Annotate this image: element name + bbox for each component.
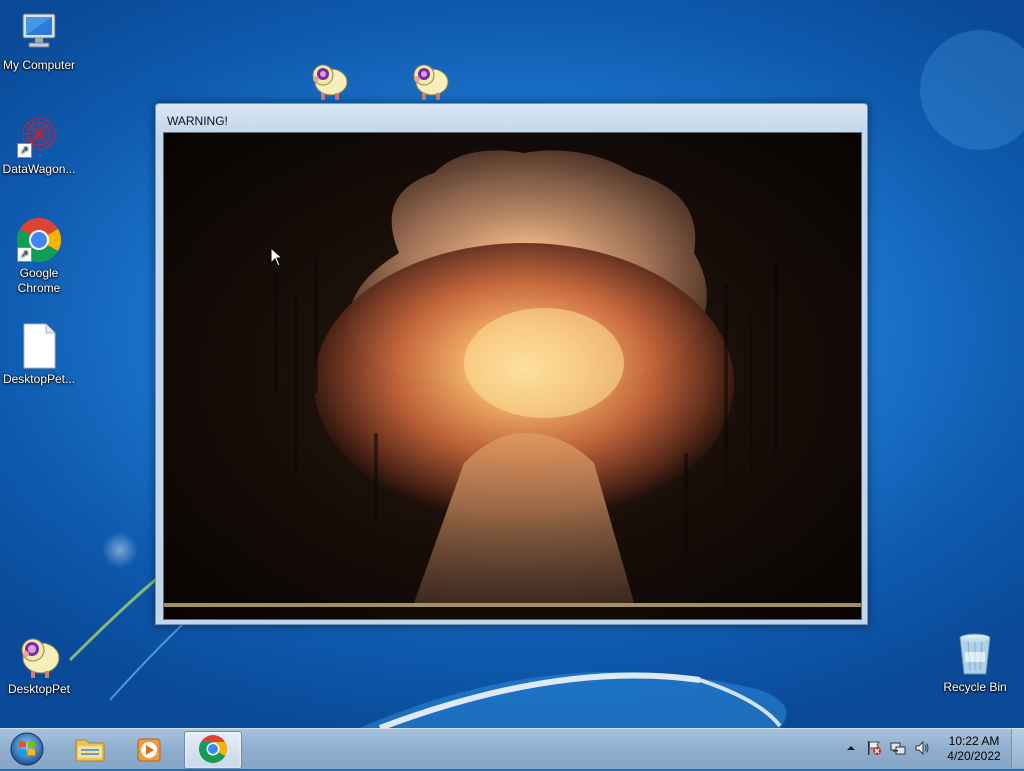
desktop-icon-label: DataWagon...: [2, 162, 76, 176]
folder-icon: [75, 739, 105, 762]
taskbar-chrome-button[interactable]: [184, 731, 242, 769]
shortcut-arrow-icon: ↗: [17, 247, 32, 262]
show-hidden-icons-icon[interactable]: [846, 743, 856, 753]
datawagon-icon: ↗: [15, 112, 63, 160]
action-center-flag-icon[interactable]: [866, 740, 882, 756]
desktop-icon-label: Recycle Bin: [943, 680, 1007, 694]
recycle-bin-icon: [951, 630, 999, 678]
desktop-icon-desktoppet-file[interactable]: DesktopPet...: [0, 322, 78, 387]
desktop-icon-label: Google Chrome: [17, 266, 61, 295]
taskbar-file-explorer-button[interactable]: [62, 731, 118, 767]
windows-logo-icon: [10, 732, 44, 766]
document-icon: [15, 322, 63, 370]
desktop-icon-label: My Computer: [2, 58, 76, 72]
network-icon[interactable]: [890, 740, 906, 756]
system-tray: [840, 729, 936, 769]
show-desktop-button[interactable]: [1011, 729, 1024, 768]
media-player-icon: [137, 738, 161, 762]
shortcut-arrow-icon: ↗: [17, 143, 32, 158]
desktop-icon-google-chrome[interactable]: ↗ Google Chrome: [0, 216, 78, 296]
sheep-icon: [15, 632, 63, 680]
taskbar-media-player-button[interactable]: [122, 731, 178, 767]
warning-window[interactable]: WARNING!: [155, 103, 868, 625]
computer-icon: [15, 8, 63, 56]
desktop-icon-label: DesktopPet: [7, 682, 71, 696]
chrome-icon: ↗: [15, 216, 63, 264]
desktop-icon-datawagon[interactable]: ↗ DataWagon...: [0, 112, 78, 177]
chrome-icon: [199, 735, 227, 763]
desktop-pet-sheep[interactable]: [407, 60, 451, 102]
taskbar-clock[interactable]: 10:22 AM 4/20/2022: [938, 734, 1010, 764]
desktop-pet-sheep[interactable]: [306, 60, 350, 102]
window-title: WARNING!: [167, 114, 228, 128]
start-button[interactable]: [4, 730, 50, 768]
mouse-cursor-icon: [270, 247, 284, 267]
explosion-image: [163, 132, 862, 620]
desktop-icon-recycle-bin[interactable]: Recycle Bin: [936, 630, 1014, 695]
desktop-icon-label: DesktopPet...: [2, 372, 76, 386]
desktop-icon-my-computer[interactable]: My Computer: [0, 8, 78, 73]
taskbar: 10:22 AM 4/20/2022: [0, 728, 1024, 769]
clock-date: 4/20/2022: [947, 749, 1001, 763]
clock-time: 10:22 AM: [948, 734, 1000, 748]
volume-icon[interactable]: [914, 740, 930, 756]
desktop-icon-desktoppet[interactable]: DesktopPet: [0, 632, 78, 697]
